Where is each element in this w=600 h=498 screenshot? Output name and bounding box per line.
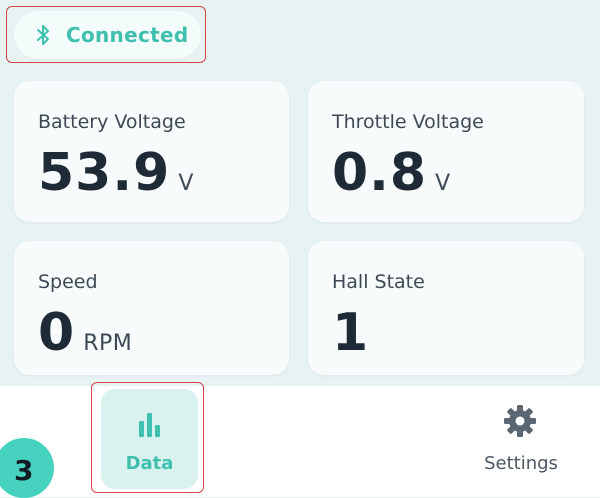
hall-state-card: Hall State 1 [308,241,584,375]
status-highlight-box [6,6,206,63]
card-title: Battery Voltage [38,111,186,133]
nav-tab-settings[interactable]: Settings [472,397,570,487]
card-title: Hall State [332,271,425,293]
speed-card: Speed 0 RPM [14,241,289,375]
card-value: 53.9 V [38,143,194,203]
card-value: 0 RPM [38,303,133,363]
card-value: 0.8 V [332,143,451,203]
card-unit: V [435,171,451,196]
battery-voltage-card: Battery Voltage 53.9 V [14,81,289,222]
card-title: Speed [38,271,98,293]
card-title: Throttle Voltage [332,111,484,133]
gear-icon [504,405,536,437]
throttle-voltage-card: Throttle Voltage 0.8 V [308,81,584,222]
data-tab-highlight-box [91,382,204,493]
step-number: 3 [14,454,34,487]
card-unit: RPM [83,331,133,356]
nav-tab-settings-label: Settings [484,453,558,474]
card-value: 1 [332,303,370,363]
card-unit: V [178,171,194,196]
